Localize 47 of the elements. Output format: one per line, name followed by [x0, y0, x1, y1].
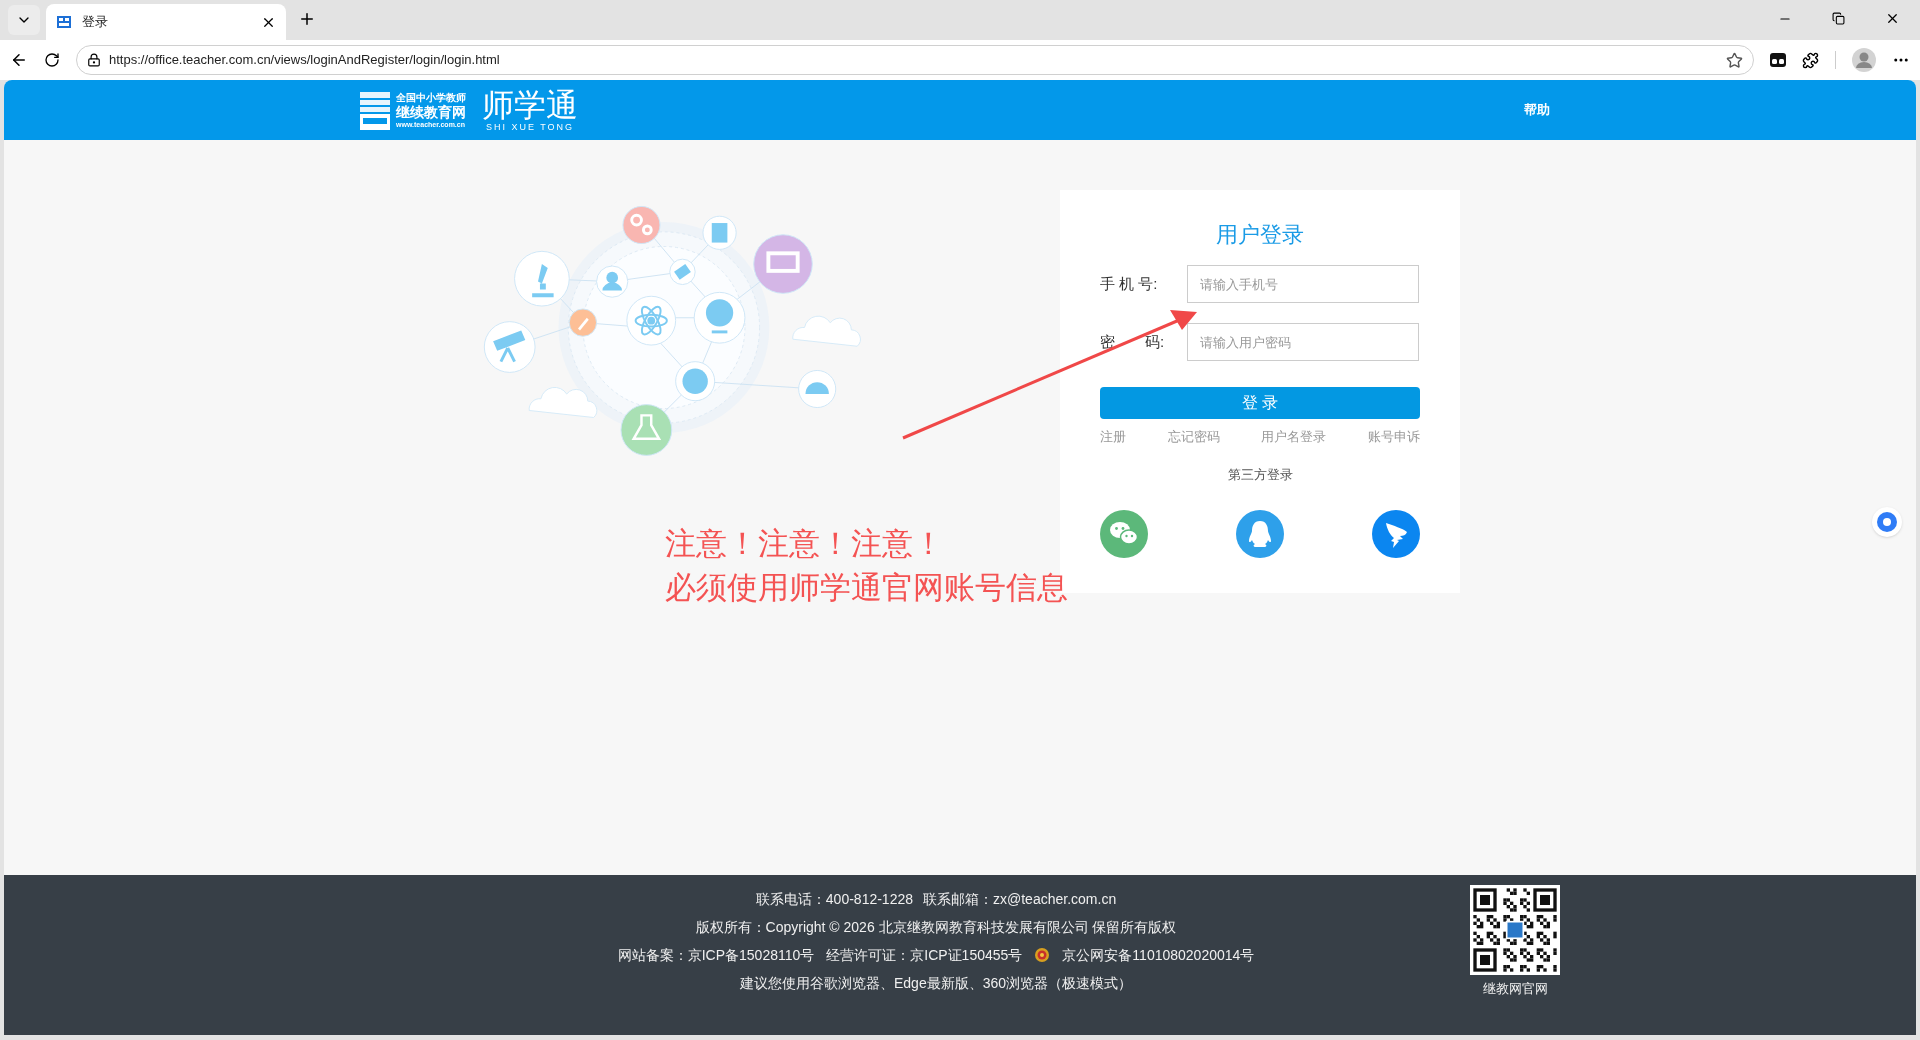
- help-link[interactable]: 帮助: [1524, 100, 1550, 120]
- site-logo-icon: [56, 14, 72, 30]
- warning-line: 注意！注意！注意！: [665, 525, 945, 563]
- record-info: 京公网安备11010802020014号: [1062, 946, 1255, 965]
- brand-pinyin: SHI XUE TONG: [485, 122, 575, 132]
- close-window-icon[interactable]: [1885, 11, 1900, 26]
- logo-title: 继续教育网: [396, 104, 466, 119]
- reload-icon[interactable]: [44, 52, 60, 68]
- contact-info: 联系邮箱：zx@teacher.com.cn: [923, 890, 1117, 909]
- favorite-star-icon[interactable]: [1726, 51, 1743, 69]
- login-title: 用户登录: [1216, 221, 1304, 249]
- brand-name: 师学通: [482, 88, 578, 121]
- extensions-icon[interactable]: [1802, 51, 1819, 69]
- restore-icon[interactable]: [1832, 12, 1845, 25]
- login-button[interactable]: 登 录: [1100, 387, 1420, 419]
- police-badge-icon: [1034, 947, 1051, 963]
- profile-avatar-icon[interactable]: [1852, 48, 1876, 72]
- qr-code-icon: [1470, 885, 1560, 975]
- login-option-link[interactable]: 账号申诉: [1367, 427, 1420, 447]
- field-label: 手 机 号:: [1100, 273, 1159, 294]
- record-info: 经营许可证：京ICP证150455号: [826, 946, 1023, 965]
- login-option-link[interactable]: 用户名登录: [1261, 427, 1327, 447]
- input-field[interactable]: 请输入用户密码: [1187, 323, 1419, 361]
- record-info: 网站备案：京ICP备15028110号: [617, 946, 815, 965]
- logo-subtitle: 全国中小学教师: [396, 92, 466, 103]
- input-field[interactable]: 请输入手机号: [1187, 265, 1419, 303]
- floating-chat-button[interactable]: [1872, 507, 1902, 537]
- login-option-link[interactable]: 忘记密码: [1167, 427, 1220, 447]
- tab-list-button[interactable]: [8, 5, 40, 35]
- login-option-link[interactable]: 注册: [1100, 427, 1126, 447]
- building-logo-icon: [360, 90, 392, 130]
- tab-title: 登录: [82, 13, 109, 32]
- new-tab-icon[interactable]: [298, 10, 316, 28]
- copyright-text: 版权所有：Copyright © 2026 北京继教网教育科技发展有限公司 保留所有版权: [695, 918, 1177, 937]
- url-text: https://office.teacher.com.cn/views/loginAndRegister/login/login.html: [109, 51, 501, 70]
- bird-wing-icon[interactable]: [1372, 510, 1420, 558]
- extension-icon[interactable]: [1770, 53, 1786, 67]
- contact-info: 联系电话：400-812-1228: [755, 890, 913, 909]
- penguin-icon[interactable]: [1236, 510, 1284, 558]
- third-party-title: 第三方登录: [1227, 465, 1293, 484]
- browser-advice: 建议您使用谷歌浏览器、Edge最新版、360浏览器（极速模式）: [739, 974, 1133, 993]
- lock-icon[interactable]: [87, 53, 101, 67]
- field-label: 密 码:: [1100, 331, 1166, 352]
- back-icon[interactable]: [10, 51, 28, 69]
- warning-line: 必须使用师学通官网账号信息: [665, 569, 1068, 607]
- browser-tab[interactable]: 登录: [46, 4, 286, 40]
- qr-caption: 继教网官网: [1482, 980, 1548, 998]
